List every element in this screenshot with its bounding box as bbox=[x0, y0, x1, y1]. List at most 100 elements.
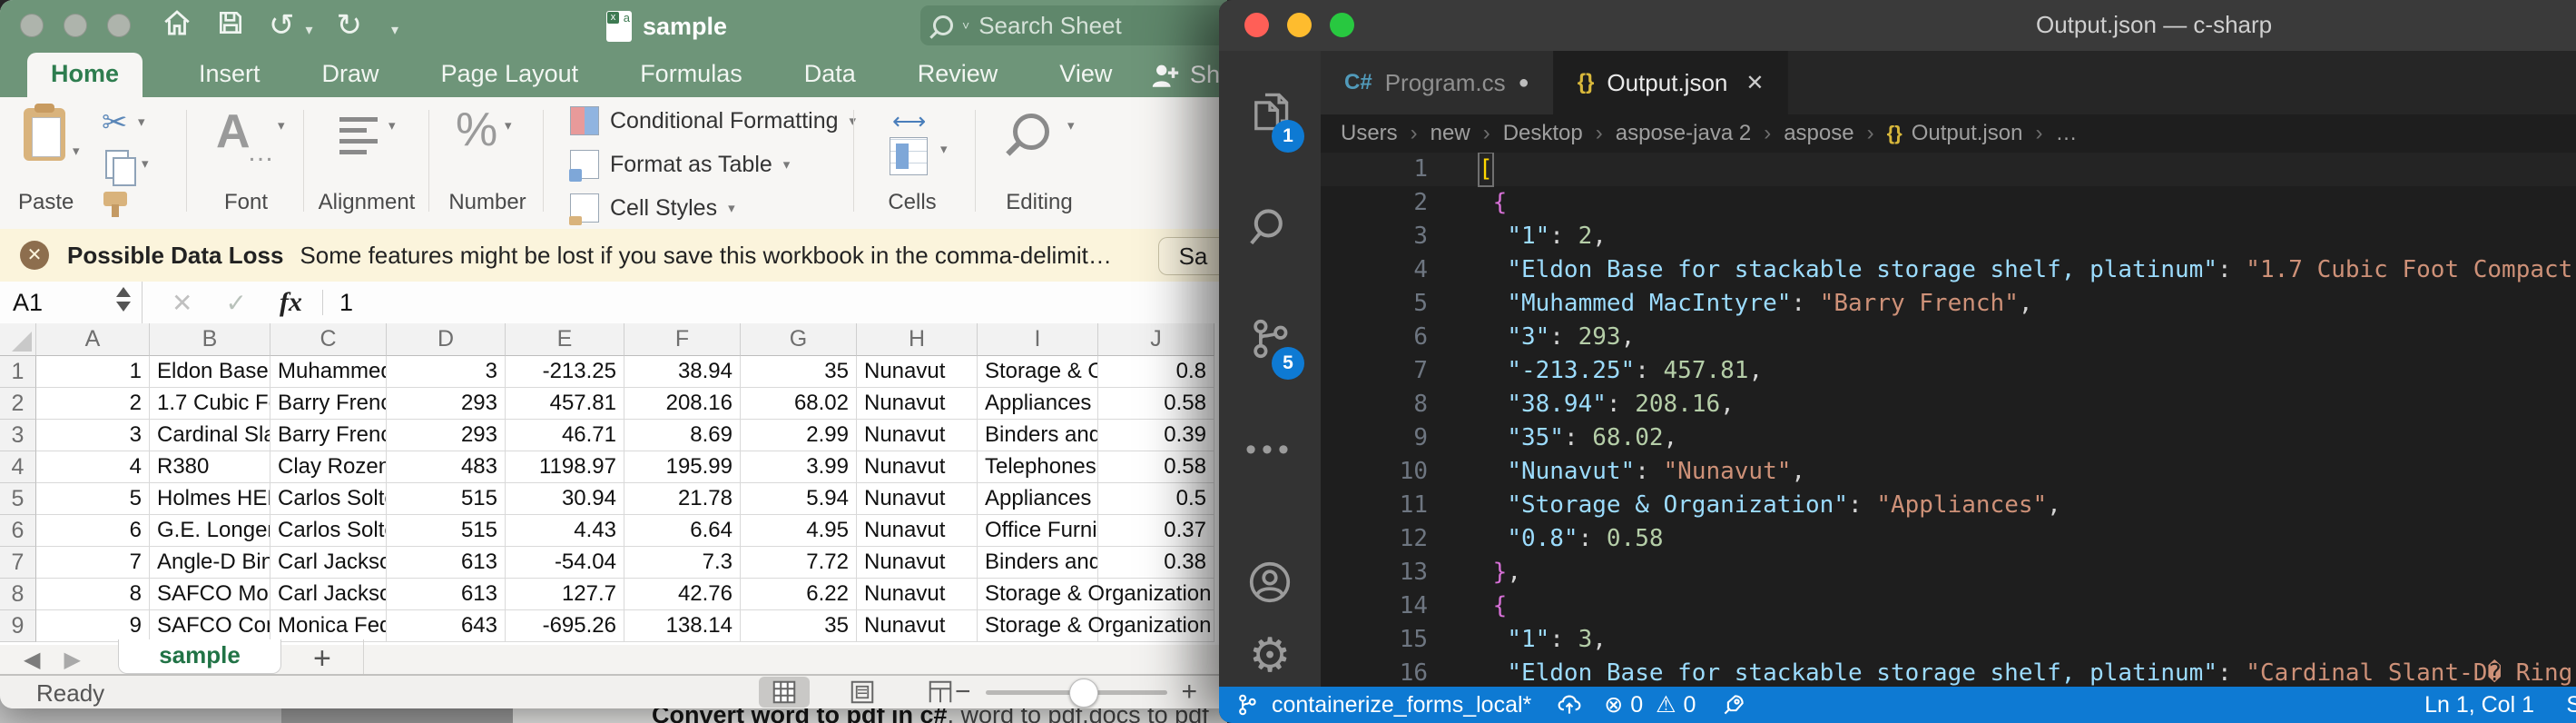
grid-cell-B1[interactable]: Eldon Base f bbox=[150, 356, 270, 388]
zoom-out-icon[interactable]: − bbox=[955, 677, 971, 708]
grid-cell-D9[interactable]: 643 bbox=[387, 610, 506, 642]
source-control-icon[interactable]: 5 bbox=[1219, 314, 1321, 363]
grid-cell-G8[interactable]: 6.22 bbox=[741, 579, 857, 610]
accounts-icon[interactable] bbox=[1219, 558, 1321, 607]
breadcrumb-item[interactable]: aspose bbox=[1784, 121, 1853, 146]
grid-cell-E6[interactable]: 4.43 bbox=[506, 515, 624, 547]
grid-cell-H9[interactable]: Nunavut bbox=[857, 610, 978, 642]
code-line-6[interactable]: 6 "3": 293, bbox=[1321, 321, 2576, 354]
grid-cell-G2[interactable]: 68.02 bbox=[741, 388, 857, 420]
code-line-14[interactable]: 14 { bbox=[1321, 589, 2576, 623]
search-scope-caret[interactable]: ˅ bbox=[962, 18, 969, 33]
column-header-C[interactable]: C bbox=[270, 323, 387, 356]
page-layout-view-button[interactable] bbox=[837, 677, 888, 708]
grid-cell-F2[interactable]: 208.16 bbox=[624, 388, 741, 420]
row-header-1[interactable]: 1 bbox=[0, 356, 36, 388]
row-header-2[interactable]: 2 bbox=[0, 388, 36, 420]
grid-cell-C6[interactable]: Carlos Solter bbox=[270, 515, 387, 547]
grid-cell-E9[interactable]: -695.26 bbox=[506, 610, 624, 642]
confirm-entry-icon[interactable]: ✓ bbox=[225, 288, 246, 318]
grid-cell-H8[interactable]: Nunavut bbox=[857, 579, 978, 610]
copy-icon[interactable] bbox=[105, 150, 129, 179]
grid-cell-J3[interactable]: 0.39 bbox=[1098, 420, 1214, 451]
alignment-icon[interactable] bbox=[339, 117, 378, 154]
undo-icon[interactable]: ↺ bbox=[269, 10, 295, 41]
grid-cell-C4[interactable]: Clay Rozenda bbox=[270, 451, 387, 483]
grid-cell-C7[interactable]: Carl Jackson bbox=[270, 547, 387, 579]
grid-cell-G4[interactable]: 3.99 bbox=[741, 451, 857, 483]
grid-cell-C9[interactable]: Monica Fede bbox=[270, 610, 387, 642]
grid-cell-A2[interactable]: 2 bbox=[36, 388, 150, 420]
ribbon-tab-insert[interactable]: Insert bbox=[193, 53, 266, 97]
ribbon-tab-draw[interactable]: Draw bbox=[317, 53, 385, 97]
search-sheet-box[interactable]: ˅ Search Sheet bbox=[920, 5, 1227, 45]
ribbon-tab-data[interactable]: Data bbox=[799, 53, 861, 97]
ribbon-tab-review[interactable]: Review bbox=[912, 53, 1004, 97]
row-header-9[interactable]: 9 bbox=[0, 610, 36, 642]
column-header-G[interactable]: G bbox=[741, 323, 857, 356]
row-header-6[interactable]: 6 bbox=[0, 515, 36, 547]
cut-dropdown-caret[interactable]: ▾ bbox=[138, 114, 145, 130]
zoom-window-button[interactable] bbox=[1330, 13, 1354, 37]
code-line-2[interactable]: 2 { bbox=[1321, 186, 2576, 220]
minimize-window-button[interactable] bbox=[1287, 13, 1312, 37]
grid-cell-J4[interactable]: 0.58 bbox=[1098, 451, 1214, 483]
code-line-7[interactable]: 7 "-213.25": 457.81, bbox=[1321, 354, 2576, 388]
minimize-window-button[interactable] bbox=[64, 14, 87, 37]
grid-cell-G1[interactable]: 35 bbox=[741, 356, 857, 388]
grid-cell-F5[interactable]: 21.78 bbox=[624, 483, 741, 515]
breadcrumb-item[interactable]: … bbox=[2055, 121, 2077, 146]
breadcrumb-item[interactable]: Users bbox=[1341, 121, 1398, 146]
code-editor[interactable]: 1[2 {3 "1": 2,4 "Eldon Base for stackabl… bbox=[1321, 153, 2576, 687]
sheet-tab-sample[interactable]: sample bbox=[118, 639, 281, 674]
grid-cell-F8[interactable]: 42.76 bbox=[624, 579, 741, 610]
grid-cell-A7[interactable]: 7 bbox=[36, 547, 150, 579]
grid-cell-H4[interactable]: Nunavut bbox=[857, 451, 978, 483]
warnings-count[interactable]: 0 bbox=[1684, 692, 1696, 718]
previous-sheet-icon[interactable]: ◀ bbox=[24, 647, 40, 673]
column-header-J[interactable]: J bbox=[1098, 323, 1214, 356]
grid-cell-C2[interactable]: Barry French bbox=[270, 388, 387, 420]
grid-cell-B3[interactable]: Cardinal Slar bbox=[150, 420, 270, 451]
modified-dot-icon[interactable]: ● bbox=[1519, 73, 1529, 94]
grid-cell-J7[interactable]: 0.38 bbox=[1098, 547, 1214, 579]
grid-cell-C8[interactable]: Carl Jackson bbox=[270, 579, 387, 610]
explorer-icon[interactable]: 1 bbox=[1219, 87, 1321, 136]
grid-cell-A4[interactable]: 4 bbox=[36, 451, 150, 483]
grid-cell-H5[interactable]: Nunavut bbox=[857, 483, 978, 515]
editing-icon[interactable] bbox=[1013, 114, 1049, 150]
cancel-entry-icon[interactable]: ✕ bbox=[172, 288, 192, 318]
grid-cell-A1[interactable]: 1 bbox=[36, 356, 150, 388]
grid-cell-F7[interactable]: 7.3 bbox=[624, 547, 741, 579]
breadcrumb-item[interactable]: aspose-java 2 bbox=[1616, 121, 1751, 146]
grid-cell-I7[interactable]: Binders and bbox=[978, 547, 1098, 579]
search-icon[interactable] bbox=[1219, 203, 1321, 253]
code-line-10[interactable]: 10 "Nunavut": "Nunavut", bbox=[1321, 455, 2576, 489]
format-as-table-button[interactable]: Format as Table ▾ bbox=[570, 150, 790, 179]
code-line-8[interactable]: 8 "38.94": 208.16, bbox=[1321, 388, 2576, 421]
breadcrumb-item[interactable]: Desktop bbox=[1503, 121, 1583, 146]
grid-cell-I8[interactable]: Storage & Organization bbox=[978, 579, 1098, 610]
code-line-12[interactable]: 12 "0.8": 0.58 bbox=[1321, 522, 2576, 556]
name-box-stepper[interactable] bbox=[116, 287, 131, 312]
grid-cell-E7[interactable]: -54.04 bbox=[506, 547, 624, 579]
grid-cell-H6[interactable]: Nunavut bbox=[857, 515, 978, 547]
font-icon[interactable]: A bbox=[216, 104, 251, 159]
copy-dropdown-caret[interactable]: ▾ bbox=[142, 155, 149, 172]
grid-cell-D3[interactable]: 293 bbox=[387, 420, 506, 451]
grid-cell-B9[interactable]: SAFCO Comr bbox=[150, 610, 270, 642]
number-dropdown-caret[interactable]: ▾ bbox=[505, 117, 512, 134]
save-icon[interactable] bbox=[216, 8, 245, 42]
grid-cell-J1[interactable]: 0.8 bbox=[1098, 356, 1214, 388]
grid-cell-E5[interactable]: 30.94 bbox=[506, 483, 624, 515]
code-line-9[interactable]: 9 "35": 68.02, bbox=[1321, 421, 2576, 455]
git-branch-icon[interactable] bbox=[1235, 692, 1259, 718]
grid-cell-D4[interactable]: 483 bbox=[387, 451, 506, 483]
grid-cell-I9[interactable]: Storage & Organization bbox=[978, 610, 1098, 642]
grid-cell-B4[interactable]: R380 bbox=[150, 451, 270, 483]
column-header-B[interactable]: B bbox=[150, 323, 270, 356]
grid-cell-G7[interactable]: 7.72 bbox=[741, 547, 857, 579]
more-views-icon[interactable]: ••• bbox=[1219, 432, 1321, 468]
grid-cell-B8[interactable]: SAFCO Mobi bbox=[150, 579, 270, 610]
errors-icon[interactable]: ⊗ bbox=[1604, 691, 1623, 718]
